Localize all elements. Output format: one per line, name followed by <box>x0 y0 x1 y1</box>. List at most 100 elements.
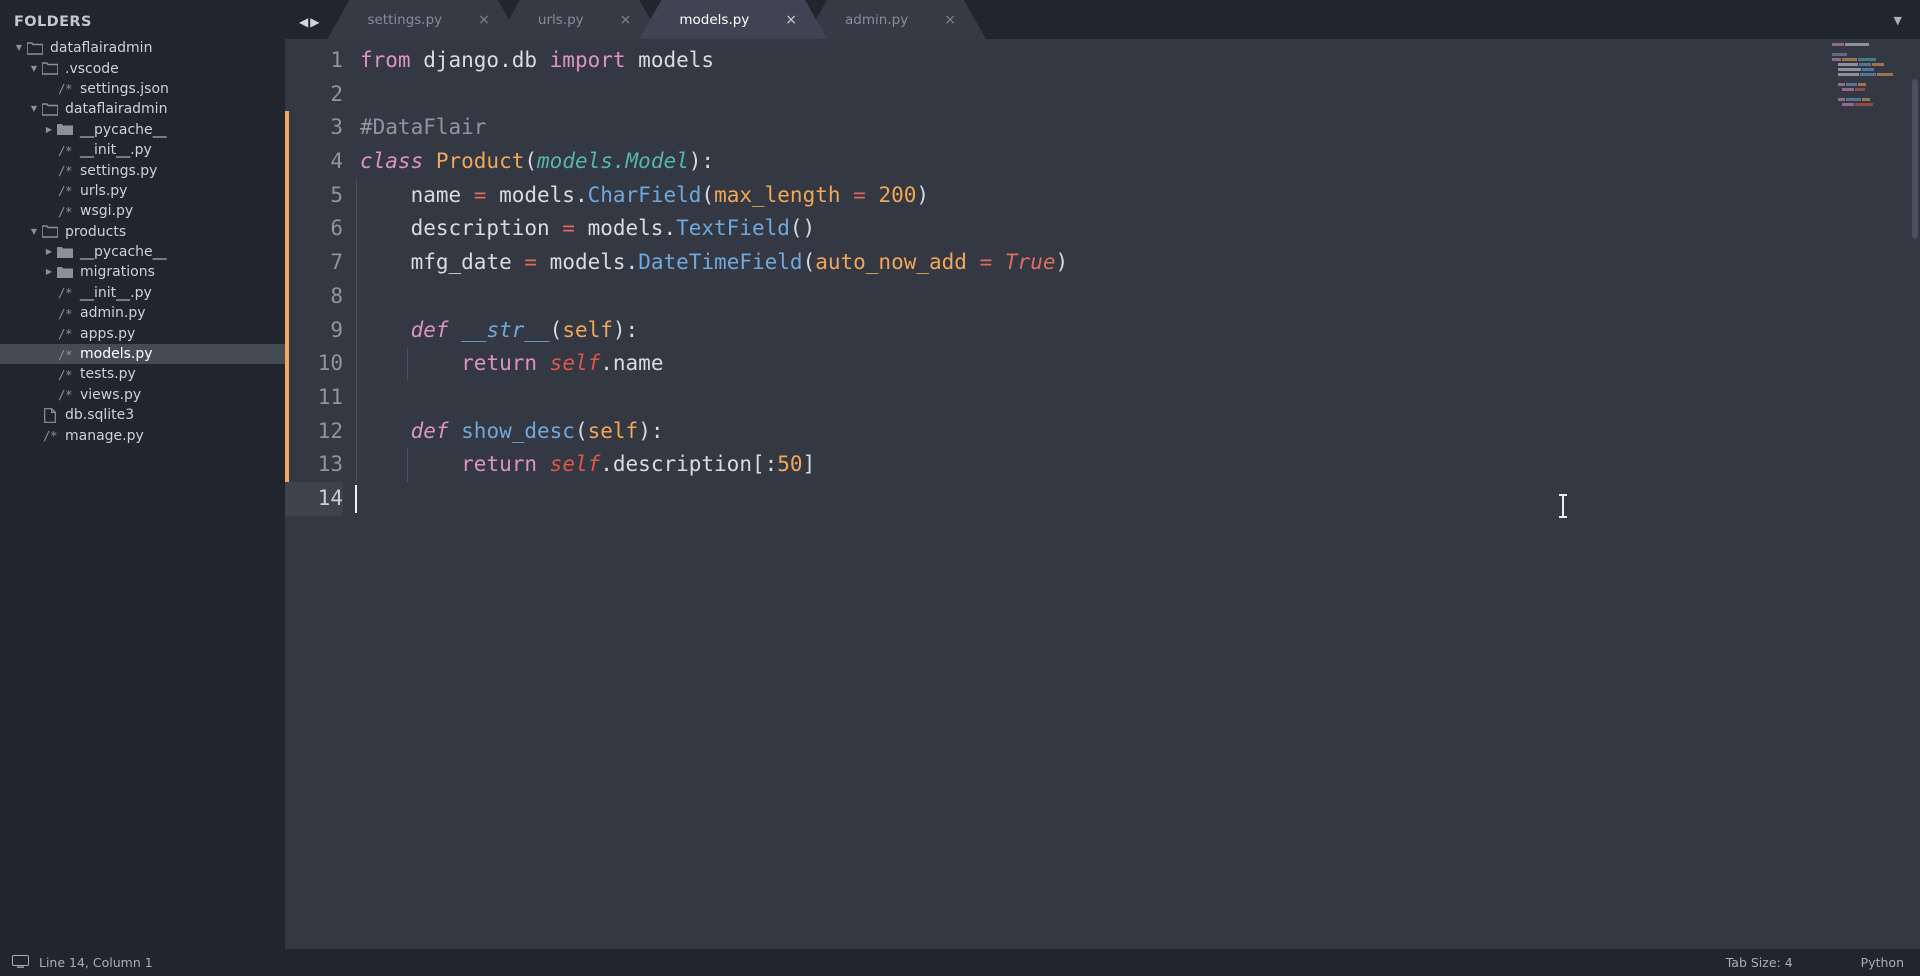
tree-item-label: dataflairadmin <box>65 101 168 118</box>
tree-item-label: apps.py <box>80 325 136 342</box>
chevron-right-icon[interactable]: ▶ <box>42 125 56 134</box>
tree-item-db-sqlite3[interactable]: db.sqlite3 <box>0 405 285 425</box>
tree-item-manage-py[interactable]: /* manage.py <box>0 425 285 445</box>
tree-item-label: views.py <box>80 386 142 403</box>
line-number: 1 <box>330 48 343 72</box>
tree-item-products[interactable]: ▼ products <box>0 222 285 242</box>
python-file-icon: /* <box>57 81 73 97</box>
tab-nav-arrows[interactable]: ◀ ▶ <box>285 16 327 39</box>
line-number: 2 <box>330 81 343 106</box>
tree-item-dataflairadmin[interactable]: ▼ dataflairadmin <box>0 38 285 58</box>
folder-icon <box>56 246 74 259</box>
close-icon[interactable]: × <box>908 13 956 27</box>
code-token: True <box>1004 250 1056 275</box>
minimap-segment <box>1832 88 1841 91</box>
status-bar: Line 14, Column 1 Tab Size: 4 Python <box>0 949 1920 976</box>
tab-label: settings.py <box>367 11 443 28</box>
vertical-scrollbar[interactable] <box>1912 79 1918 239</box>
minimap-line <box>1832 98 1910 101</box>
tree-item-models-py[interactable]: /* models.py <box>0 343 285 365</box>
tree-item-wsgi-py[interactable]: /* wsgi.py <box>0 201 285 221</box>
code-token: self <box>562 317 613 342</box>
chevron-down-icon[interactable]: ▼ <box>27 64 41 73</box>
minimap-line <box>1832 78 1910 81</box>
minimap-segment <box>1842 58 1858 61</box>
tree-item-urls-py[interactable]: /* urls.py <box>0 181 285 201</box>
python-file-icon: /* <box>57 387 73 403</box>
close-icon[interactable]: × <box>584 13 632 27</box>
minimap[interactable] <box>1832 43 1910 111</box>
minimap-segment <box>1844 43 1869 46</box>
tree-item--pycache-[interactable]: ▶ __pycache__ <box>0 242 285 262</box>
arrow-right-icon[interactable]: ▶ <box>310 16 319 28</box>
minimap-segment <box>1837 98 1845 101</box>
tree-item-settings-py[interactable]: /* settings.py <box>0 160 285 180</box>
minimap-line <box>1832 53 1910 56</box>
minimap-segment <box>1861 68 1874 71</box>
tree-item-label: admin.py <box>80 305 146 322</box>
tree-item-dataflairadmin[interactable]: ▼ dataflairadmin <box>0 99 285 119</box>
folder-icon <box>56 123 74 136</box>
code-token: ( <box>574 418 588 443</box>
code-editor[interactable]: 1 2 3 4 5 6 7 8 9 10 11 12 13 14 from django.db impor… <box>285 39 1920 949</box>
tree-item--init-py[interactable]: /* __init__.py <box>0 283 285 303</box>
code-token: = <box>979 250 993 275</box>
minimap-segment <box>1859 63 1871 66</box>
tab-urls-py[interactable]: urls.py × <box>498 0 661 39</box>
cursor-position-label[interactable]: Line 14, Column 1 <box>39 955 153 970</box>
tab-overflow-menu[interactable]: ▼ <box>1894 14 1920 39</box>
syntax-label[interactable]: Python <box>1861 955 1904 970</box>
minimap-line <box>1832 103 1910 106</box>
tree-item-label: models.py <box>80 346 153 363</box>
code-token: ): <box>612 317 639 342</box>
code-token: show_desc <box>461 418 575 443</box>
tree-item-tests-py[interactable]: /* tests.py <box>0 364 285 384</box>
tab-bar: ◀ ▶ settings.py × urls.py × models.py × admin.… <box>285 0 1920 39</box>
minimap-segment <box>1832 103 1841 106</box>
file-explorer-sidebar: FOLDERS ▼ dataflairadmin ▼ .vscode /* setting… <box>0 0 285 949</box>
minimap-segment <box>1854 103 1873 106</box>
minimap-line <box>1832 43 1910 46</box>
python-file-icon: /* <box>57 183 73 199</box>
chevron-down-icon[interactable]: ▼ <box>27 227 41 236</box>
minimap-line <box>1832 58 1910 61</box>
chevron-down-icon[interactable]: ▼ <box>1894 14 1902 27</box>
tree-item-admin-py[interactable]: /* admin.py <box>0 303 285 323</box>
code-text[interactable]: from django.db import models #DataFlair c… <box>355 44 1920 949</box>
close-icon[interactable]: × <box>749 13 797 27</box>
line-number: 12 <box>317 418 343 443</box>
tree-item-apps-py[interactable]: /* apps.py <box>0 323 285 343</box>
code-token: models. <box>574 216 677 241</box>
close-icon[interactable]: × <box>442 13 490 27</box>
chevron-down-icon[interactable]: ▼ <box>12 44 26 52</box>
tab-admin-py[interactable]: admin.py × <box>805 0 986 39</box>
code-token: #DataFlair <box>360 115 487 140</box>
chevron-right-icon[interactable]: ▶ <box>42 248 56 256</box>
folder-open-icon <box>41 225 59 239</box>
tree-item-settings-json[interactable]: /* settings.json <box>0 79 285 99</box>
tree-item-migrations[interactable]: ▶ migrations <box>0 262 285 282</box>
minimap-line <box>1832 63 1910 66</box>
tree-item-label: dataflairadmin <box>50 40 153 57</box>
tree-item--pycache-[interactable]: ▶ __pycache__ <box>0 120 285 140</box>
code-token: models.Model <box>537 149 689 174</box>
chevron-down-icon[interactable]: ▼ <box>27 105 41 113</box>
tree-item-views-py[interactable]: /* views.py <box>0 385 285 405</box>
minimap-segment <box>1837 68 1861 71</box>
chevron-right-icon[interactable]: ▶ <box>42 268 56 276</box>
tab-settings-py[interactable]: settings.py × <box>327 0 519 39</box>
code-token: auto_now_add <box>815 250 967 275</box>
tab-size-label[interactable]: Tab Size: 4 <box>1726 955 1793 970</box>
minimap-segment <box>1842 103 1854 106</box>
minimap-segment <box>1832 53 1848 56</box>
minimap-segment <box>1842 88 1854 91</box>
line-number: 10 <box>317 351 343 376</box>
tree-item--vscode[interactable]: ▼ .vscode <box>0 58 285 78</box>
tree-item--init-py[interactable]: /* __init__.py <box>0 140 285 160</box>
arrow-left-icon[interactable]: ◀ <box>299 16 308 28</box>
minimap-segment <box>1832 98 1837 101</box>
tab-models-py[interactable]: models.py × <box>639 0 827 39</box>
minimap-segment <box>1860 73 1877 76</box>
